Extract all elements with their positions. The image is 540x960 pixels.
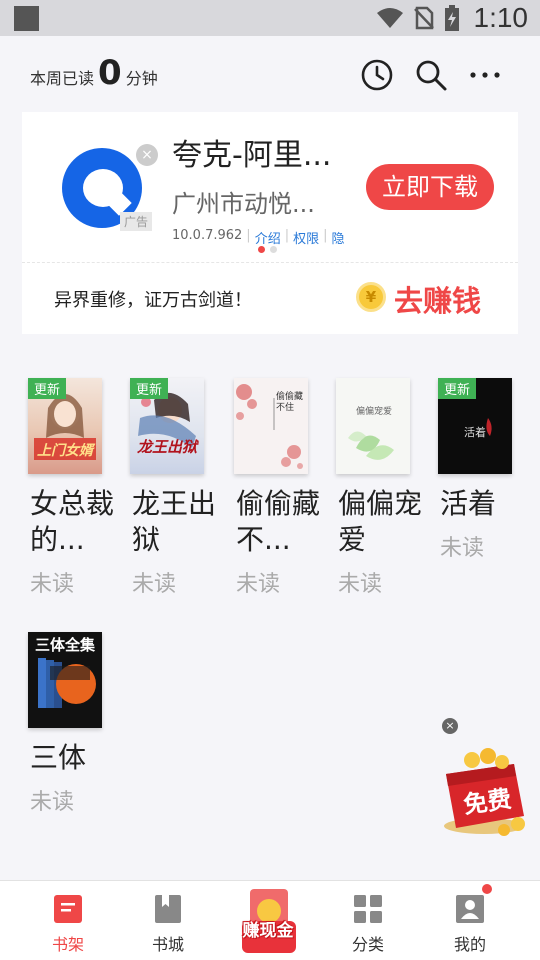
earn-money-button[interactable]: 去赚钱 [394,278,481,320]
download-button[interactable]: 立即下载 [366,164,494,210]
book-cover[interactable]: 偏偏宠爱 [336,378,410,474]
coin-icon: ¥ [356,282,386,312]
header: 本周已读 0 分钟 [0,36,540,112]
status-icons: 1:10 [376,0,529,36]
cover-title: 偷偷藏不住 [276,392,304,413]
pager-dot [258,246,265,253]
cover-title: 龙王出狱 [136,438,197,456]
book-cover[interactable]: 偷偷藏不住 [234,378,308,474]
tab-label: 我的 [453,935,486,954]
ad-title: 夸克-阿里... [172,138,332,173]
weekly-reading-stat: 本周已读 0 分钟 [30,56,158,90]
tab-bookstore[interactable]: 书城 [118,881,218,960]
search-icon[interactable] [414,58,448,92]
grid-icon [354,895,382,923]
free-promo-widget[interactable]: 免费 [432,740,536,840]
cover-art [38,658,96,708]
cover-title: 偏偏宠爱 [355,407,392,417]
update-badge: 更新 [130,378,169,399]
read-status: 未读 [132,572,177,597]
weekly-prefix: 本周已读 [30,69,95,88]
book-icon [155,895,181,923]
no-sim-icon [413,6,434,30]
ad-privacy-link[interactable]: 隐 [332,228,345,247]
cover-title: 上门女婿 [37,443,93,459]
cover-art [348,431,394,460]
book-promo-slogan[interactable]: 异界重修，证万古剑道！ [54,286,252,312]
book-title: 三体 [30,741,87,774]
battery-icon [444,5,459,31]
wifi-icon [376,8,403,28]
tab-category[interactable]: 分类 [318,881,418,960]
ad-meta: 10.0.7.962 | 介绍 | 权限 | 隐 [172,228,345,247]
book-cover[interactable]: 活着 更新 [438,378,512,474]
book-cover[interactable]: 三体全集 [28,632,102,728]
read-status: 未读 [440,536,485,561]
read-status: 未读 [338,572,383,597]
promo-close-icon[interactable]: × [442,718,458,734]
tab-label: 书城 [151,935,184,954]
notification-dot [482,884,492,894]
weekly-suffix: 分钟 [125,69,158,88]
ad-card[interactable]: × 广告 夸克-阿里... 广州市动悦... 立即下载 10.0.7.962 |… [22,112,518,334]
ad-pager [258,246,277,253]
tab-label: 分类 [351,935,384,954]
tab-bookshelf[interactable]: 书架 [18,881,118,960]
bookshelf-icon [54,895,82,923]
clock: 1:10 [473,2,529,33]
ad-intro-link[interactable]: 介绍 [255,228,281,247]
more-icon[interactable] [468,58,502,92]
ad-tag: 广告 [120,212,153,231]
earn-cash-label: 赚现金 [242,921,294,941]
read-status: 未读 [30,572,75,597]
ad-company: 广州市动悦... [172,190,315,218]
notification-icon [14,6,39,31]
weekly-minutes: 0 [98,53,122,93]
history-icon[interactable] [360,58,394,92]
tab-label: 书架 [51,935,84,954]
update-badge: 更新 [438,378,477,399]
divider [22,262,518,263]
book-title: 活着 [440,487,497,520]
read-status: 未读 [30,790,75,815]
cover-title: 活着 [464,426,486,439]
book-title: 龙王出狱 [132,487,217,556]
book-cover[interactable]: 龙王出狱 更新 [130,378,204,474]
profile-icon [456,895,484,923]
book-title: 偷偷藏不... [236,487,321,556]
ad-permission-link[interactable]: 权限 [293,228,319,247]
book-title: 偏偏宠爱 [338,487,423,556]
status-bar: 1:10 [0,0,540,36]
book-cover[interactable]: 上门女婿 更新 [28,378,102,474]
ad-close-icon[interactable]: × [136,144,158,166]
ad-version: 10.0.7.962 [172,228,243,243]
update-badge: 更新 [28,378,67,399]
read-status: 未读 [236,572,281,597]
tab-mine[interactable]: 我的 [420,881,520,960]
book-title: 女总裁的... [30,487,115,556]
pager-dot [270,246,277,253]
